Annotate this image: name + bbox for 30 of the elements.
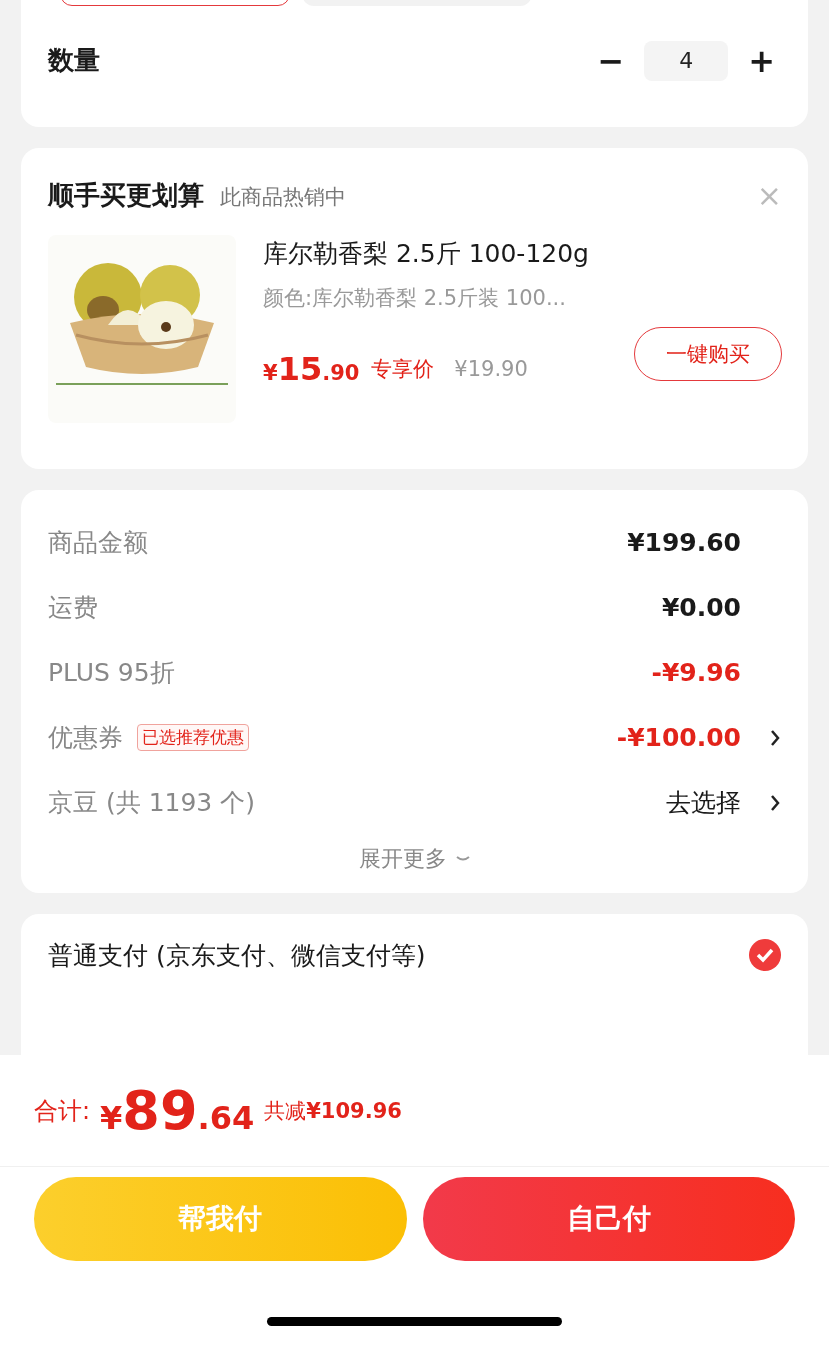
upsell-subtitle: 此商品热销中	[220, 184, 346, 211]
product-spec: 颜色:库尔勒香梨 2.5斤装 100...	[263, 285, 567, 312]
summary-label: PLUS 95折	[48, 657, 175, 689]
summary-value: ¥199.60	[627, 528, 741, 557]
pay-myself-button[interactable]: 自己付	[422, 1177, 795, 1261]
summary-value[interactable]: -¥100.00	[616, 723, 741, 752]
product-price: ¥15.90	[263, 350, 360, 388]
quantity-field[interactable]: 4	[644, 40, 729, 81]
savings-text: 共减¥109.96	[264, 1097, 402, 1125]
summary-label: 运费	[48, 592, 98, 624]
checked-radio-icon[interactable]	[748, 938, 782, 972]
summary-label: 优惠券	[48, 722, 123, 754]
upsell-title: 顺手买更划算	[48, 179, 204, 212]
original-price: ¥19.90	[454, 357, 528, 381]
total-amount: ¥89.64	[100, 1079, 255, 1142]
summary-value: -¥9.96	[651, 658, 741, 687]
payment-option[interactable]: 普通支付 (京东支付、微信支付等)	[48, 938, 426, 972]
buy-now-button[interactable]: 一键购买	[634, 327, 782, 381]
total-label: 合计:	[34, 1095, 91, 1127]
expand-more-button[interactable]: 展开更多	[352, 843, 477, 875]
summary-value: ¥0.00	[661, 593, 741, 622]
decrease-button[interactable]: −	[591, 44, 631, 77]
quantity-label: 数量	[48, 44, 100, 77]
price-label: 专享价	[371, 356, 435, 383]
coupon-tag: 已选推荐优惠	[137, 724, 249, 751]
summary-label: 京豆 (共 1193 个)	[48, 787, 255, 819]
increase-button[interactable]: +	[742, 44, 781, 77]
summary-value[interactable]: 去选择	[666, 786, 741, 819]
product-name[interactable]: 库尔勒香梨 2.5斤 100-120g	[263, 237, 782, 270]
summary-label: 商品金额	[48, 527, 148, 559]
